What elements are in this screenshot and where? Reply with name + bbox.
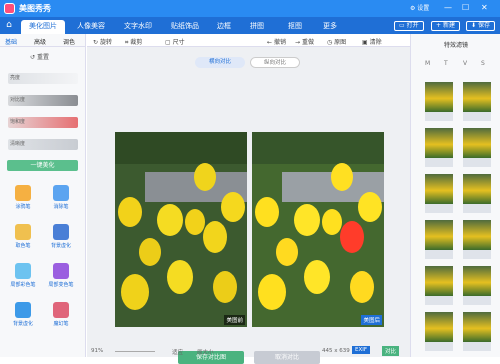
- local-color-tool[interactable]: 局部彩色笔: [8, 263, 38, 291]
- filter-item[interactable]: [463, 128, 491, 169]
- crop-button[interactable]: ⌗ 裁剪: [125, 37, 142, 47]
- vertical-compare-button[interactable]: 纵向对比: [250, 57, 300, 68]
- doodle-pen-icon: [15, 185, 31, 201]
- color-picker-tool[interactable]: 取色笔: [8, 224, 38, 252]
- new-button[interactable]: + 新建: [431, 21, 460, 31]
- tab-tone[interactable]: 调色: [63, 37, 75, 46]
- contrast-slider[interactable]: 对比度: [8, 95, 78, 106]
- after-photo: 美图后: [252, 132, 384, 327]
- tab-frame[interactable]: 边框: [212, 20, 236, 34]
- saturation-slider[interactable]: 饱和度: [8, 117, 78, 128]
- magic-pen-icon: [53, 302, 69, 318]
- filter-tab-s[interactable]: S: [481, 60, 485, 67]
- doodle-pen-tool[interactable]: 涂鸦笔: [8, 185, 38, 213]
- tab-text[interactable]: 文字水印: [118, 20, 158, 34]
- filter-item[interactable]: [425, 128, 453, 169]
- horizontal-compare-button[interactable]: 横向对比: [195, 57, 245, 68]
- recolor-icon: [53, 263, 69, 279]
- filter-item[interactable]: [425, 174, 453, 215]
- background-blur-tool-2[interactable]: 背景虚化: [8, 302, 38, 330]
- filter-item[interactable]: [425, 266, 453, 307]
- background-blur-tool[interactable]: 背景虚化: [46, 224, 76, 252]
- magic-pen-tool[interactable]: 魔幻笔: [46, 302, 76, 330]
- resize-button[interactable]: ▢ 尺寸: [165, 37, 185, 46]
- filter-tab-v[interactable]: V: [463, 60, 467, 67]
- color-picker-icon: [15, 224, 31, 240]
- app-title: 美图秀秀: [19, 4, 51, 13]
- filter-panel-title: 特效滤镜: [443, 42, 468, 49]
- left-panel: 基础 高级 调色 ↺ 重置 亮度 对比度 饱和度 清晰度 一键美化 涂鸦笔 消除…: [0, 34, 86, 357]
- zoom-level: 91%: [91, 348, 104, 354]
- image-dimensions: 445 x 639: [322, 348, 350, 354]
- tab-advanced[interactable]: 高级: [34, 37, 46, 46]
- exif-button[interactable]: EXIF: [352, 346, 371, 354]
- app-logo-icon: [4, 3, 15, 14]
- redo-button[interactable]: → 重做: [295, 37, 314, 46]
- fit-button[interactable]: 适应: [172, 348, 183, 356]
- blur-icon: [53, 224, 69, 240]
- tulips-after-image: [252, 132, 384, 327]
- save-top-button[interactable]: ⬇ 保存: [466, 21, 495, 31]
- tab-collage[interactable]: 拼图: [245, 20, 269, 34]
- canvas-area: ↻ 旋转 ⌗ 裁剪 ▢ 尺寸 ← 撤销 → 重做 ◷ 原图 ▣ 清除 横向对比 …: [87, 34, 410, 364]
- real-size-button[interactable]: 原大小: [197, 348, 214, 356]
- tab-sticker[interactable]: 贴纸饰品: [165, 20, 205, 34]
- filter-tab-t[interactable]: T: [444, 60, 448, 67]
- home-icon[interactable]: ⌂: [3, 20, 15, 31]
- tab-basic[interactable]: 基础: [5, 37, 17, 46]
- minimize-icon[interactable]: —: [444, 2, 452, 14]
- filter-item[interactable]: [463, 174, 491, 215]
- tab-portrait[interactable]: 人像美容: [71, 20, 111, 34]
- settings-button[interactable]: ⚙ 设置: [410, 3, 429, 12]
- filter-item[interactable]: [463, 220, 491, 261]
- zoom-slider[interactable]: [115, 351, 155, 352]
- one-key-beautify-button[interactable]: 一键美化: [7, 160, 78, 171]
- after-label: 美图后: [361, 315, 382, 325]
- edit-toolbar: ↻ 旋转 ⌗ 裁剪 ▢ 尺寸 ← 撤销 → 重做 ◷ 原图 ▣ 清除: [87, 34, 410, 47]
- maximize-icon[interactable]: ☐: [462, 2, 469, 14]
- before-photo: 美图前: [115, 132, 247, 327]
- filter-item[interactable]: [463, 266, 491, 307]
- open-button[interactable]: ▭ 打开: [394, 21, 424, 31]
- brightness-slider[interactable]: 亮度: [8, 73, 78, 84]
- filter-item[interactable]: [425, 312, 453, 353]
- eraser-pen-tool[interactable]: 消除笔: [46, 185, 76, 213]
- local-recolor-tool[interactable]: 局部变色笔: [46, 263, 76, 291]
- sharpness-slider[interactable]: 清晰度: [8, 139, 78, 150]
- local-color-icon: [15, 263, 31, 279]
- tab-more[interactable]: 更多: [318, 20, 342, 34]
- before-label: 美图前: [224, 315, 245, 325]
- original-button[interactable]: ◷ 原图: [327, 37, 346, 46]
- title-bar: 美图秀秀 ⚙ 设置 — ☐ ✕: [0, 0, 500, 17]
- undo-button[interactable]: ← 撤销: [267, 37, 286, 46]
- eraser-icon: [53, 185, 69, 201]
- blur-brush-icon: [15, 302, 31, 318]
- filter-item[interactable]: [463, 312, 491, 353]
- tulips-before-image: [115, 132, 247, 327]
- reset-button[interactable]: ↺ 重置: [30, 52, 49, 61]
- filter-tab-m[interactable]: M: [425, 60, 430, 67]
- filter-panel: 特效滤镜 M T V S: [410, 34, 500, 357]
- filter-item[interactable]: [463, 82, 491, 123]
- nav-bar: ⌂ 美化图片 人像美容 文字水印 贴纸饰品 边框 拼图 抠图 更多 ▭ 打开 +…: [0, 17, 500, 34]
- tab-beautify[interactable]: 美化图片: [21, 20, 65, 34]
- tab-cutout[interactable]: 抠图: [283, 20, 307, 34]
- filter-item[interactable]: [425, 82, 453, 123]
- compare-status-button[interactable]: 对比: [382, 346, 400, 356]
- rotate-button[interactable]: ↻ 旋转: [93, 37, 112, 46]
- clear-button[interactable]: ▣ 清除: [362, 37, 382, 46]
- filter-item[interactable]: [425, 220, 453, 261]
- close-icon[interactable]: ✕: [481, 2, 488, 14]
